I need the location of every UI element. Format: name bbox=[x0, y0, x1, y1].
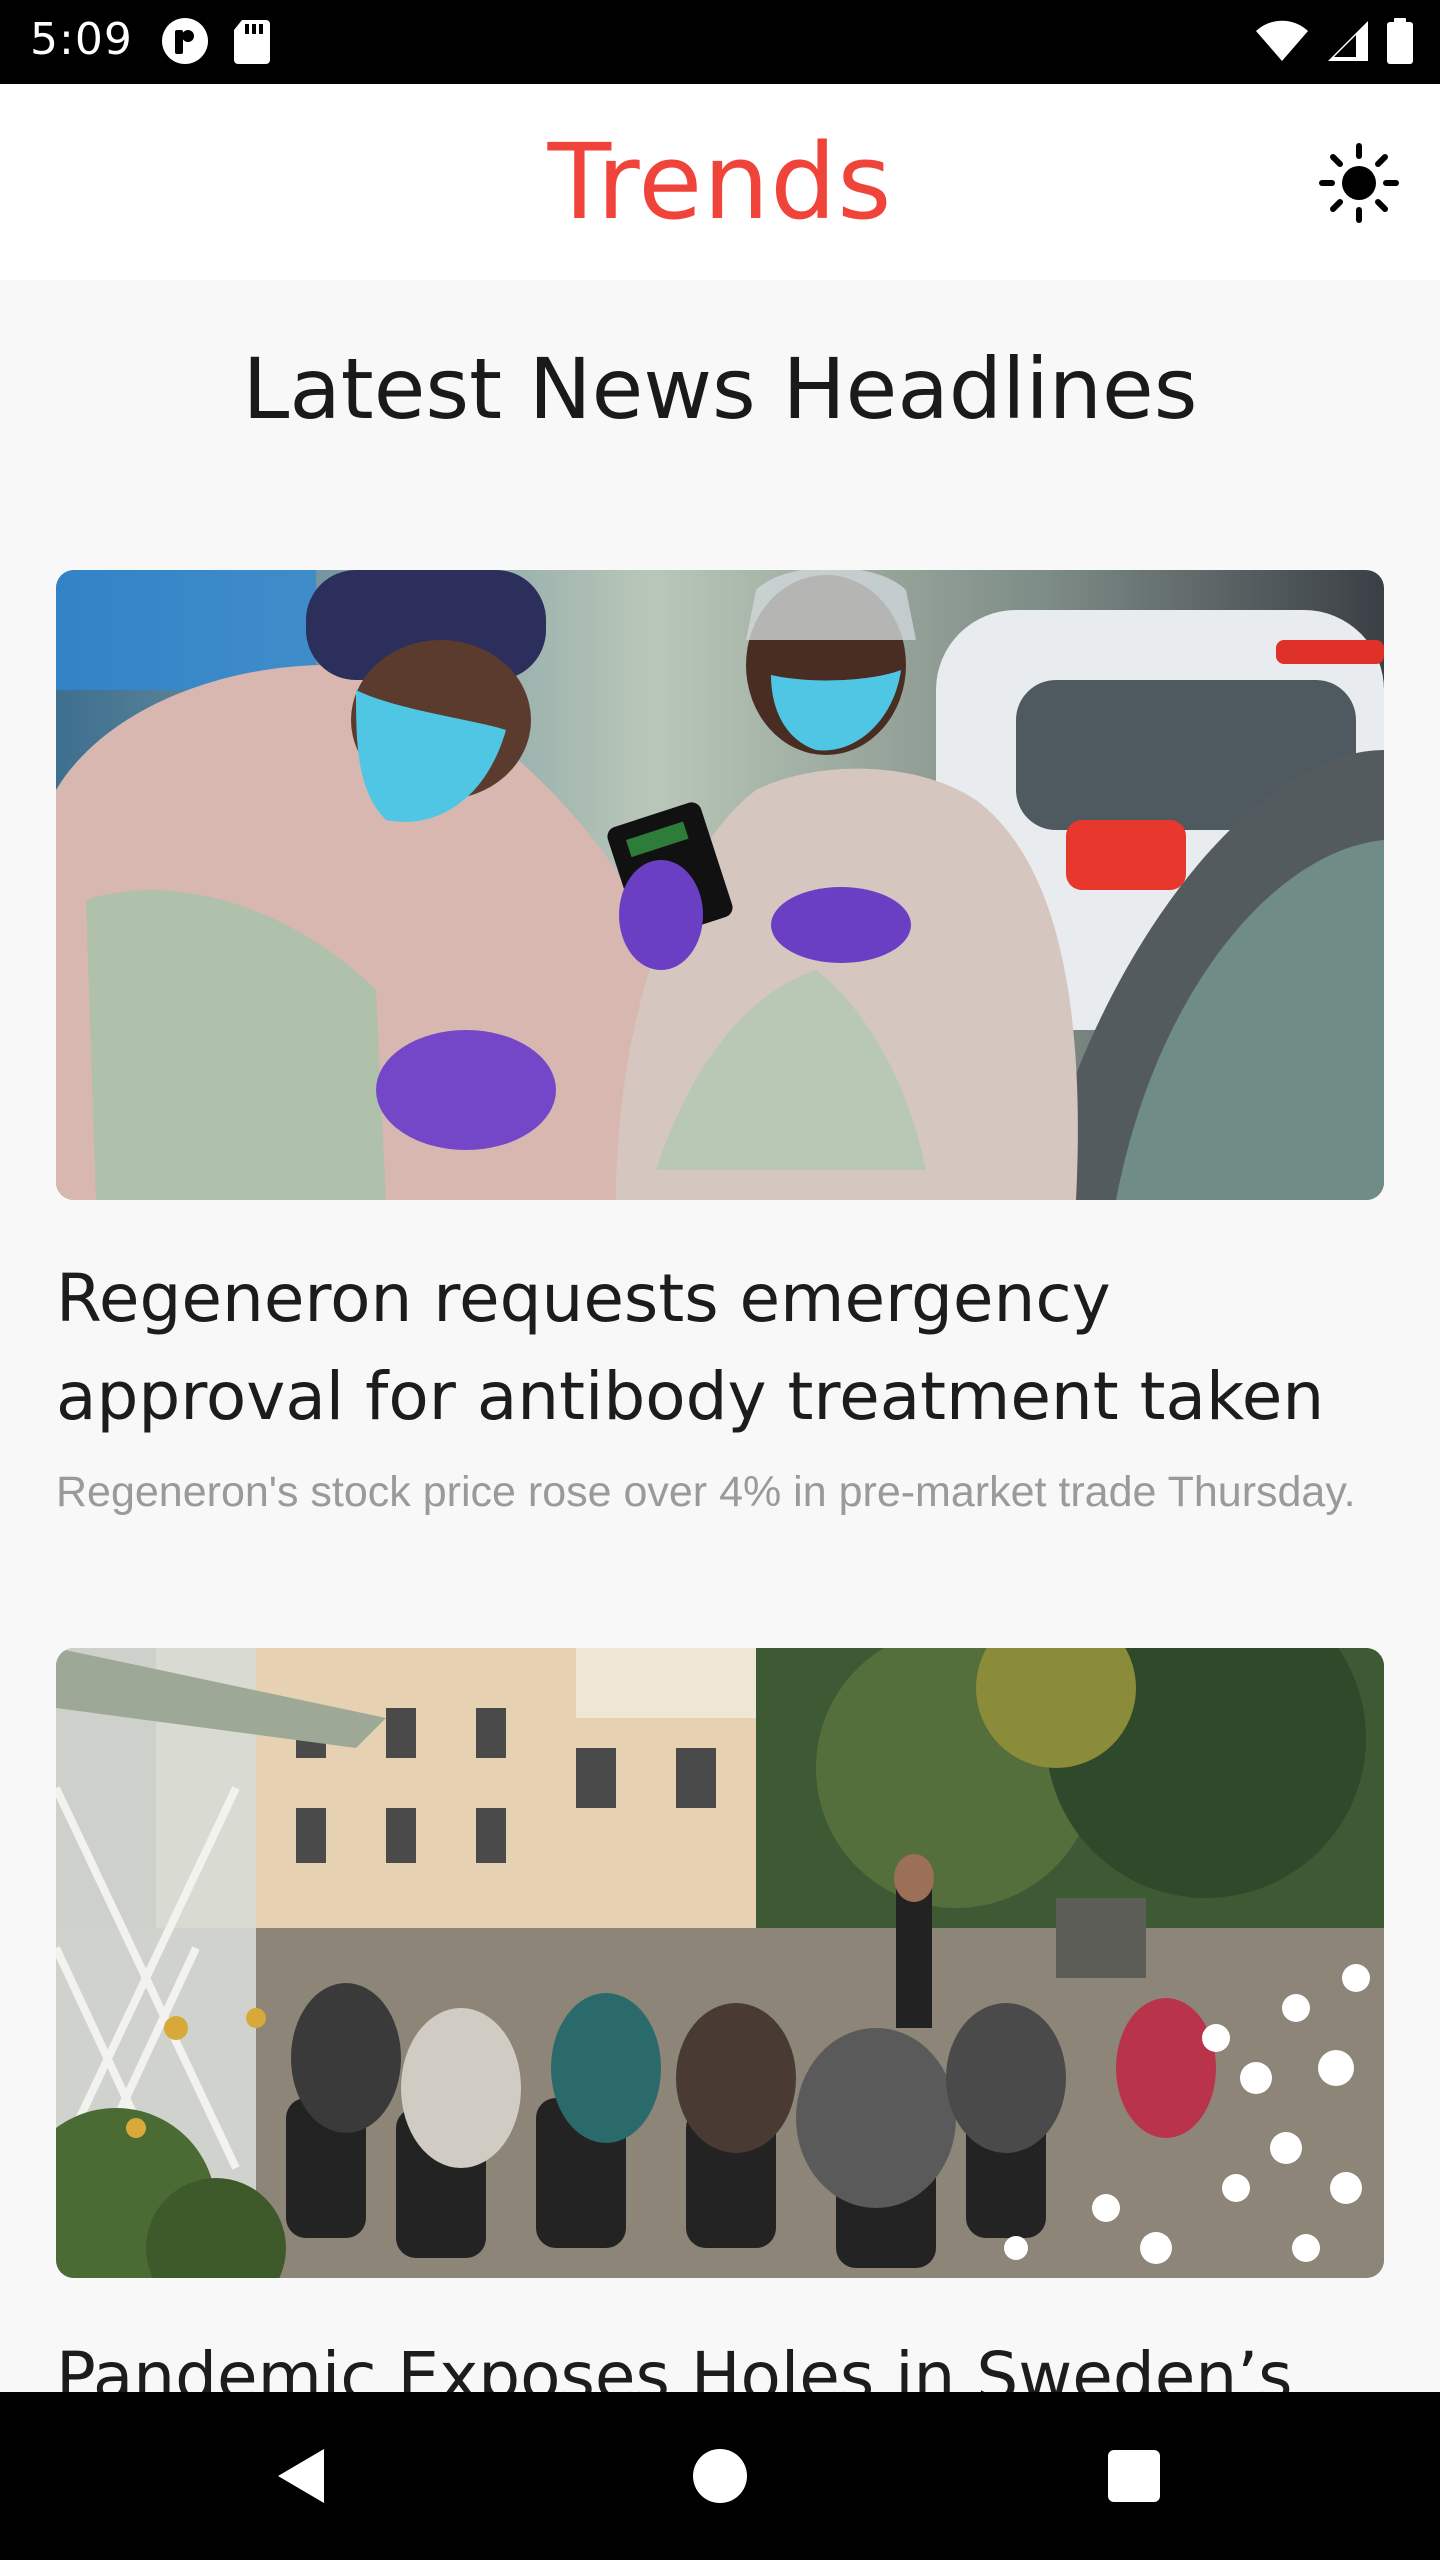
home-icon bbox=[693, 2449, 747, 2503]
status-bar: 5:09 bbox=[0, 0, 1440, 84]
article-description: Regeneron's stock price rose over 4% in … bbox=[56, 1468, 1356, 1516]
news-card[interactable]: Regeneron requests emergency approval fo… bbox=[56, 570, 1384, 1520]
app-notification-icon bbox=[160, 16, 210, 70]
status-right-icons bbox=[1254, 18, 1414, 68]
back-button[interactable] bbox=[256, 2432, 344, 2520]
home-button[interactable] bbox=[676, 2432, 764, 2520]
recents-icon bbox=[1108, 2450, 1160, 2502]
navigation-bar bbox=[0, 2392, 1440, 2560]
wifi-icon bbox=[1254, 19, 1310, 67]
cellular-signal-icon bbox=[1326, 19, 1370, 67]
news-card[interactable]: Pandemic Exposes Holes in Sweden’s bbox=[56, 1648, 1384, 2392]
article-title[interactable]: Pandemic Exposes Holes in Sweden’s bbox=[56, 2328, 1384, 2392]
article-image[interactable] bbox=[56, 1648, 1384, 2278]
article-image[interactable] bbox=[56, 570, 1384, 1200]
recents-button[interactable] bbox=[1090, 2432, 1178, 2520]
status-left-icons bbox=[160, 18, 272, 68]
sd-card-icon bbox=[232, 18, 272, 68]
section-heading: Latest News Headlines bbox=[242, 340, 1198, 438]
theme-toggle-button[interactable] bbox=[1318, 142, 1400, 224]
app-title: Trends bbox=[547, 121, 893, 243]
battery-icon bbox=[1386, 18, 1414, 68]
app-bar: Trends bbox=[0, 84, 1440, 280]
back-icon bbox=[278, 2449, 324, 2503]
status-time: 5:09 bbox=[30, 14, 133, 65]
sun-icon bbox=[1319, 143, 1399, 223]
news-feed[interactable]: Latest News Headlines Regeneron requests… bbox=[0, 280, 1440, 2392]
article-title[interactable]: Regeneron requests emergency approval fo… bbox=[56, 1250, 1384, 1446]
